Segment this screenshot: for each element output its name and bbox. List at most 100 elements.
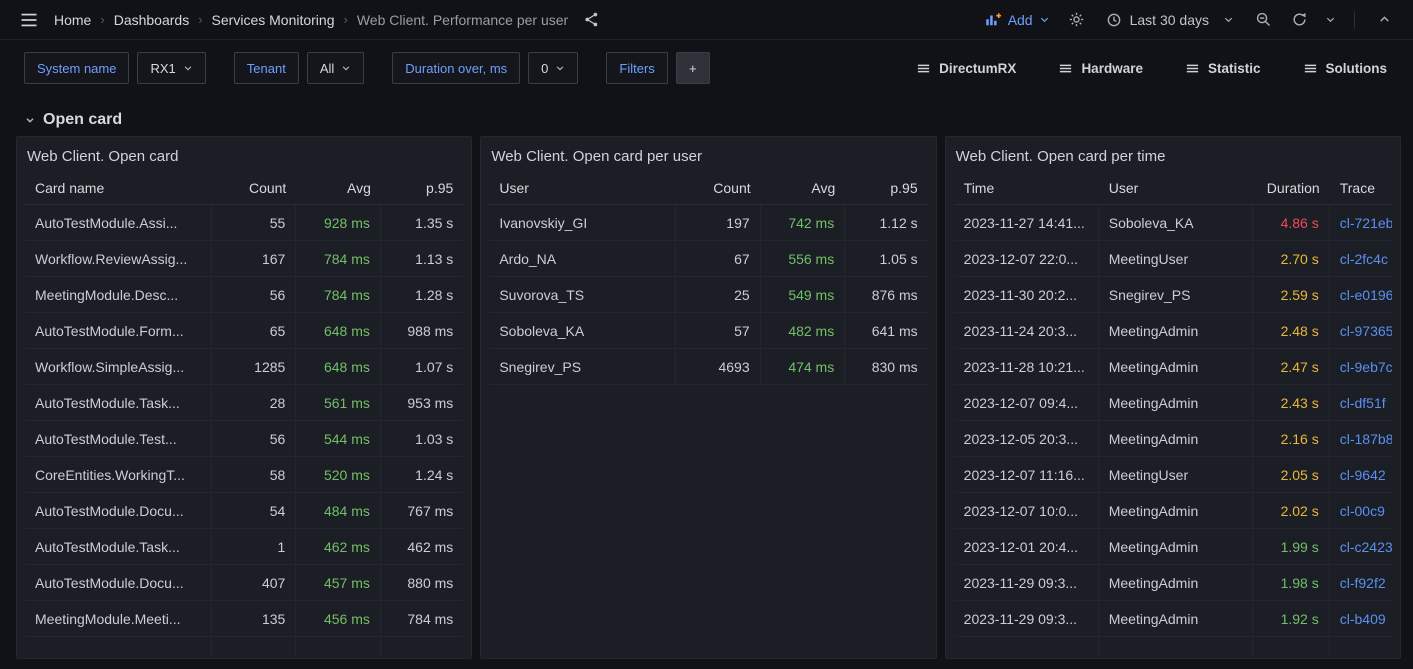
- cell-p-95: 1.07 s: [381, 349, 463, 385]
- table-row: 2023-11-29 09:3...MeetingAdmin1.92 scl-b…: [954, 601, 1392, 637]
- table-row: Ivanovskiy_GI197742 ms1.12 s: [489, 205, 927, 241]
- adhoc-filters-label: Filters: [606, 52, 667, 84]
- add-filter-button[interactable]: +: [676, 52, 710, 84]
- cell-duration: 2.16 s: [1253, 421, 1330, 457]
- filter-value-system-name[interactable]: RX1: [137, 52, 205, 84]
- time-range-label: Last 30 days: [1130, 12, 1209, 28]
- cell-user: Suvorova_TS: [489, 277, 676, 313]
- table-open-card: Card nameCountAvgp.95AutoTestModule.Assi…: [25, 172, 463, 659]
- cell-p-95: 1.13 s: [381, 241, 463, 277]
- panel-title[interactable]: Web Client. Open card: [17, 137, 471, 172]
- dashboard-link-hardware[interactable]: Hardware: [1058, 61, 1143, 76]
- cell-p-95: 988 ms: [381, 313, 463, 349]
- breadcrumb-folder[interactable]: Services Monitoring: [212, 12, 335, 28]
- hamburger-icon: [19, 10, 39, 30]
- refresh-button[interactable]: [1284, 5, 1314, 35]
- panel-title[interactable]: Web Client. Open card per user: [481, 137, 935, 172]
- cell-p-95: 462 ms: [381, 529, 463, 565]
- refresh-interval-dropdown[interactable]: [1320, 5, 1340, 35]
- cell-count: 57: [676, 313, 761, 349]
- kiosk-mode-button[interactable]: [1369, 5, 1399, 35]
- cell-count: 135: [212, 601, 297, 637]
- column-header-p-95[interactable]: p.95: [845, 172, 927, 205]
- trace-link[interactable]: cl-c2423: [1330, 529, 1392, 565]
- trace-link[interactable]: cl-e0196: [1330, 277, 1392, 313]
- cell-avg: 482 ms: [761, 313, 846, 349]
- cell-card-name: MeetingModule.Meeti...: [25, 601, 212, 637]
- cell-avg: 742 ms: [761, 205, 846, 241]
- column-header-p-95[interactable]: p.95: [381, 172, 463, 205]
- table-row: Soboleva_KA57482 ms641 ms: [489, 313, 927, 349]
- cell-avg: 457 ms: [296, 565, 381, 601]
- cell-empty: [1099, 637, 1253, 659]
- dashboard-link-statistic[interactable]: Statistic: [1185, 61, 1261, 76]
- breadcrumb-home[interactable]: Home: [54, 12, 91, 28]
- dashboard-settings-button[interactable]: [1062, 5, 1092, 35]
- cell-count: 54: [212, 493, 297, 529]
- cell-avg: 484 ms: [296, 493, 381, 529]
- dashboard-list-icon: [1185, 61, 1200, 76]
- column-header-user[interactable]: User: [489, 172, 676, 205]
- share-button[interactable]: [576, 5, 606, 35]
- cell-user: Snegirev_PS: [1099, 277, 1253, 313]
- cell-time: 2023-12-07 22:0...: [954, 241, 1099, 277]
- column-header-user[interactable]: User: [1099, 172, 1253, 205]
- trace-link[interactable]: cl-97365: [1330, 313, 1392, 349]
- dashboard-list-icon: [1058, 61, 1073, 76]
- cell-count: 55: [212, 205, 297, 241]
- trace-link[interactable]: cl-00c9: [1330, 493, 1392, 529]
- cell-empty: [954, 637, 1099, 659]
- trace-link[interactable]: cl-2fc4c: [1330, 241, 1392, 277]
- cell-avg: 549 ms: [761, 277, 846, 313]
- table-row: Suvorova_TS25549 ms876 ms: [489, 277, 927, 313]
- filter-value-duration-over[interactable]: 0: [528, 52, 578, 84]
- filter-value-tenant[interactable]: All: [307, 52, 364, 84]
- chevron-down-icon: [341, 63, 351, 73]
- filter-label-system-name: System name: [24, 52, 129, 84]
- trace-link[interactable]: cl-721eb: [1330, 205, 1392, 241]
- cell-empty: [1330, 637, 1392, 659]
- zoom-out-time-button[interactable]: [1248, 5, 1278, 35]
- trace-link[interactable]: cl-9642: [1330, 457, 1392, 493]
- column-header-avg[interactable]: Avg: [761, 172, 846, 205]
- dashboard-link-solutions[interactable]: Solutions: [1303, 61, 1388, 76]
- cell-card-name: AutoTestModule.Task...: [25, 529, 212, 565]
- time-range-picker[interactable]: Last 30 days: [1098, 8, 1242, 32]
- trace-link[interactable]: cl-b409: [1330, 601, 1392, 637]
- trace-link[interactable]: cl-df51f: [1330, 385, 1392, 421]
- cell-count: 65: [212, 313, 297, 349]
- table-row: Snegirev_PS4693474 ms830 ms: [489, 349, 927, 385]
- cell-card-name: AutoTestModule.Form...: [25, 313, 212, 349]
- table-row: 2023-12-01 20:4...MeetingAdmin1.99 scl-c…: [954, 529, 1392, 565]
- dashboard-link-directumrx[interactable]: DirectumRX: [916, 61, 1016, 76]
- table-open-card-per-user: UserCountAvgp.95Ivanovskiy_GI197742 ms1.…: [489, 172, 927, 385]
- trace-link[interactable]: cl-f92f2: [1330, 565, 1392, 601]
- column-header-avg[interactable]: Avg: [296, 172, 381, 205]
- column-header-count[interactable]: Count: [676, 172, 761, 205]
- menu-toggle-button[interactable]: [14, 5, 44, 35]
- table-row: 2023-11-27 14:41...Soboleva_KA4.86 scl-7…: [954, 205, 1392, 241]
- column-header-trace[interactable]: Trace: [1330, 172, 1392, 205]
- row-open-card-toggle[interactable]: Open card: [24, 105, 1413, 135]
- cell-user: MeetingAdmin: [1099, 313, 1253, 349]
- column-header-count[interactable]: Count: [212, 172, 297, 205]
- cell-duration: 2.05 s: [1253, 457, 1330, 493]
- cell-user: MeetingAdmin: [1099, 421, 1253, 457]
- table-row: 2023-11-29 09:3...MeetingAdmin1.98 scl-f…: [954, 565, 1392, 601]
- cell-card-name: MeetingModule.Desc...: [25, 277, 212, 313]
- cell-user: MeetingAdmin: [1099, 349, 1253, 385]
- cell-avg: 648 ms: [296, 313, 381, 349]
- column-header-duration[interactable]: Duration: [1253, 172, 1330, 205]
- plus-icon: +: [689, 61, 697, 76]
- column-header-card-name[interactable]: Card name: [25, 172, 212, 205]
- cell-p-95: 1.05 s: [845, 241, 927, 277]
- cell-p-95: 1.28 s: [381, 277, 463, 313]
- add-panel-button[interactable]: Add: [978, 7, 1056, 33]
- column-header-time[interactable]: Time: [954, 172, 1099, 205]
- cell-user: MeetingAdmin: [1099, 529, 1253, 565]
- breadcrumb-dashboards[interactable]: Dashboards: [114, 12, 190, 28]
- panel-title[interactable]: Web Client. Open card per time: [946, 137, 1400, 172]
- chevron-down-icon: [183, 63, 193, 73]
- trace-link[interactable]: cl-9eb7c: [1330, 349, 1392, 385]
- trace-link[interactable]: cl-187b8: [1330, 421, 1392, 457]
